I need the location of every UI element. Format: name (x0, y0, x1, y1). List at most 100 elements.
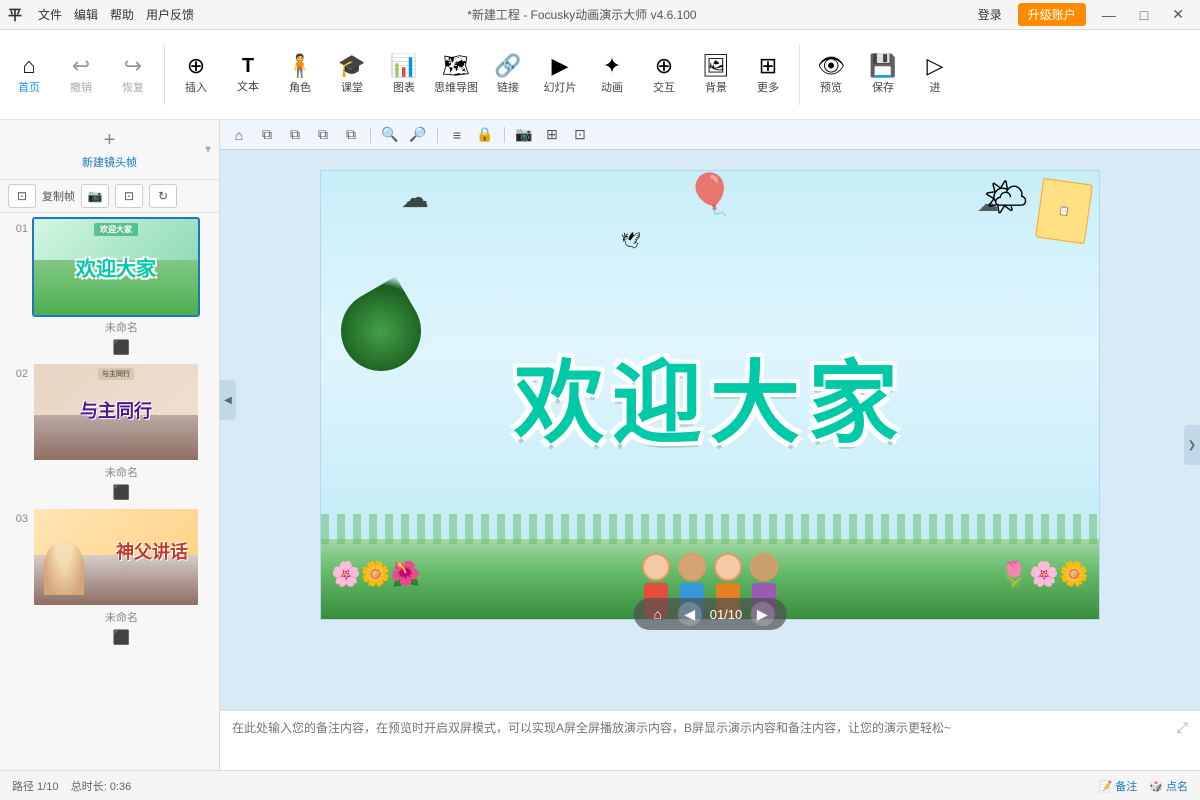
preview-icon: 👁 (817, 55, 845, 77)
toolbar-mindmap[interactable]: 🗺 思维导图 (431, 35, 481, 115)
toolbar-link[interactable]: 🔗 链接 (483, 35, 533, 115)
canvas-cut-btn[interactable]: ⧉ (312, 124, 334, 146)
close-button[interactable]: ✕ (1164, 6, 1192, 23)
person-head-2 (678, 553, 706, 581)
canvas-lock-btn[interactable]: 🔒 (474, 124, 496, 146)
toolbar-home[interactable]: ⌂ 首页 (4, 35, 54, 115)
notes-button[interactable]: 📝 备注 (1098, 778, 1137, 794)
toolbar-interact[interactable]: ⊕ 交互 (639, 35, 689, 115)
copy-icon: ⊡ (17, 189, 27, 203)
slide-actions: ⊡ 复制帧 📷 ⊡ ↻ (0, 180, 219, 213)
toolbar-undo[interactable]: ↩ 撤销 (56, 35, 106, 115)
slide-thumb-3[interactable]: 神父讲话 (32, 507, 200, 607)
home-label: 首页 (18, 79, 40, 95)
toolbar-insert[interactable]: ⊕ 插入 (171, 35, 221, 115)
toolbar-save[interactable]: 💾 保存 (858, 35, 908, 115)
notes-icon: 📝 (1098, 781, 1112, 793)
fit-button[interactable]: ⊡ (115, 184, 143, 208)
main-slide-text: 欢迎大家 (514, 330, 906, 460)
maximize-button[interactable]: □ (1132, 7, 1156, 23)
interact-icon: ⊕ (655, 55, 673, 77)
collapse-arrow[interactable]: ▼ (203, 144, 213, 155)
slide-thumb-1[interactable]: 欢迎大家 欢迎大家 (32, 217, 200, 317)
canvas-align-btn[interactable]: ≡ (446, 124, 468, 146)
slide-num-3: 03 (8, 507, 28, 525)
slide-thumb-2[interactable]: 与主同行 与主同行 (32, 362, 200, 462)
canvas-grid-btn[interactable]: ⊞ (541, 124, 563, 146)
person-head-4 (750, 553, 778, 581)
slide-name-1: 未命名 (32, 319, 211, 335)
notes-input[interactable] (232, 719, 1169, 747)
character-icon: 🧍 (286, 55, 313, 77)
loop-button[interactable]: ↻ (149, 184, 177, 208)
login-button[interactable]: 登录 (970, 4, 1010, 25)
slide-thumb-inner-3: 神父讲话 (34, 509, 198, 605)
loop-icon: ↻ (158, 189, 168, 203)
redo-label: 恢复 (122, 79, 144, 95)
canvas-screenshot-btn[interactable]: 📷 (513, 124, 535, 146)
nav-prev-button[interactable]: ◀ (678, 602, 702, 626)
toolbar-bg[interactable]: 🖼 背景 (691, 35, 741, 115)
slide-thumb-wrap-3[interactable]: 神父讲话 未命名 (32, 507, 211, 625)
canvas-copy-btn[interactable]: ⧉ (256, 124, 278, 146)
insert-label: 插入 (185, 79, 207, 95)
camera-button[interactable]: 📷 (81, 184, 109, 208)
slide-navigation: ⌂ ◀ 01/10 ▶ (634, 598, 787, 630)
toolbar-preview[interactable]: 👁 预览 (806, 35, 856, 115)
menu-edit[interactable]: 编辑 (74, 6, 98, 23)
mindmap-icon: 🗺 (442, 55, 470, 77)
mindmap-label: 思维导图 (434, 79, 478, 95)
thumb3-title: 神父讲话 (116, 538, 188, 564)
canvas-zoom-in-btn[interactable]: 🔍 (379, 124, 401, 146)
balloons-decoration: 🎈 (685, 171, 735, 218)
canvas-zoom-out-btn[interactable]: 🔎 (407, 124, 429, 146)
notes-expand-button[interactable]: ⤢ (1177, 719, 1188, 736)
slide-canvas[interactable]: ☁ ☁ 🕊 🌤 🎈 📋 🌸🌼🌺 🌷🌸🌼 (220, 150, 1200, 710)
toolbar-more[interactable]: ⊞ 更多 (743, 35, 793, 115)
canvas-paste-btn[interactable]: ⧉ (284, 124, 306, 146)
left-panel-collapse[interactable]: ◀ (220, 380, 236, 420)
slide-thumb-wrap-2[interactable]: 与主同行 与主同行 未命名 (32, 362, 211, 480)
callname-button[interactable]: 🎲 点名 (1149, 778, 1188, 794)
more-label: 更多 (757, 79, 779, 95)
text-label: 文本 (237, 78, 259, 94)
canvas-toolbar: ⌂ ⧉ ⧉ ⧉ ⧉ 🔍 🔎 ≡ 🔒 📷 ⊞ ⊡ (220, 120, 1200, 150)
upgrade-button[interactable]: 升级账户 (1018, 3, 1086, 26)
canvas-fullscreen-btn[interactable]: ⊡ (569, 124, 591, 146)
toolbar-advance[interactable]: ▷ 进 (910, 35, 960, 115)
toolbar-animation[interactable]: ✦ 动画 (587, 35, 637, 115)
titlebar-menu: 文件 编辑 帮助 用户反馈 (38, 6, 194, 23)
app-logo: 平 (8, 5, 22, 25)
character-label: 角色 (289, 79, 311, 95)
animation-icon: ✦ (603, 55, 621, 77)
right-panel-collapse[interactable]: ❯ (1184, 425, 1200, 465)
toolbar-text[interactable]: T 文本 (223, 35, 273, 115)
notes-area: ⤢ (220, 710, 1200, 770)
toolbar-character[interactable]: 🧍 角色 (275, 35, 325, 115)
chart-label: 图表 (393, 79, 415, 95)
toolbar-slide[interactable]: ▶ 幻灯片 (535, 35, 585, 115)
nav-home-button[interactable]: ⌂ (646, 602, 670, 626)
sun-decoration: 🌤 (983, 176, 1029, 218)
canvas-home-btn[interactable]: ⌂ (228, 124, 250, 146)
menu-file[interactable]: 文件 (38, 6, 62, 23)
slide-content: ☁ ☁ 🕊 🌤 🎈 📋 🌸🌼🌺 🌷🌸🌼 (320, 170, 1100, 620)
slide-arrow-2: ⬛ (32, 484, 211, 501)
toolbar-classroom[interactable]: 🎓 课堂 (327, 35, 377, 115)
canvas-delete-btn[interactable]: ⧉ (340, 124, 362, 146)
menu-feedback[interactable]: 用户反馈 (146, 6, 194, 23)
menu-help[interactable]: 帮助 (110, 6, 134, 23)
new-frame-button[interactable]: + 新建镜头帧 (82, 129, 137, 170)
toolbar-redo[interactable]: ↪ 恢复 (108, 35, 158, 115)
callname-icon: 🎲 (1149, 781, 1163, 793)
toolbar-divider-1 (164, 45, 165, 105)
camera-icon: 📷 (88, 189, 103, 203)
copy-frame-button[interactable]: ⊡ (8, 184, 36, 208)
canvas-div-3 (504, 127, 505, 143)
minimize-button[interactable]: — (1094, 7, 1124, 23)
card-text: 📋 (1058, 205, 1071, 217)
toolbar-chart[interactable]: 📊 图表 (379, 35, 429, 115)
slide-thumb-wrap-1[interactable]: 欢迎大家 欢迎大家 未命名 (32, 217, 211, 335)
nav-next-button[interactable]: ▶ (750, 602, 774, 626)
flowers-left: 🌸🌼🌺 (331, 560, 421, 589)
